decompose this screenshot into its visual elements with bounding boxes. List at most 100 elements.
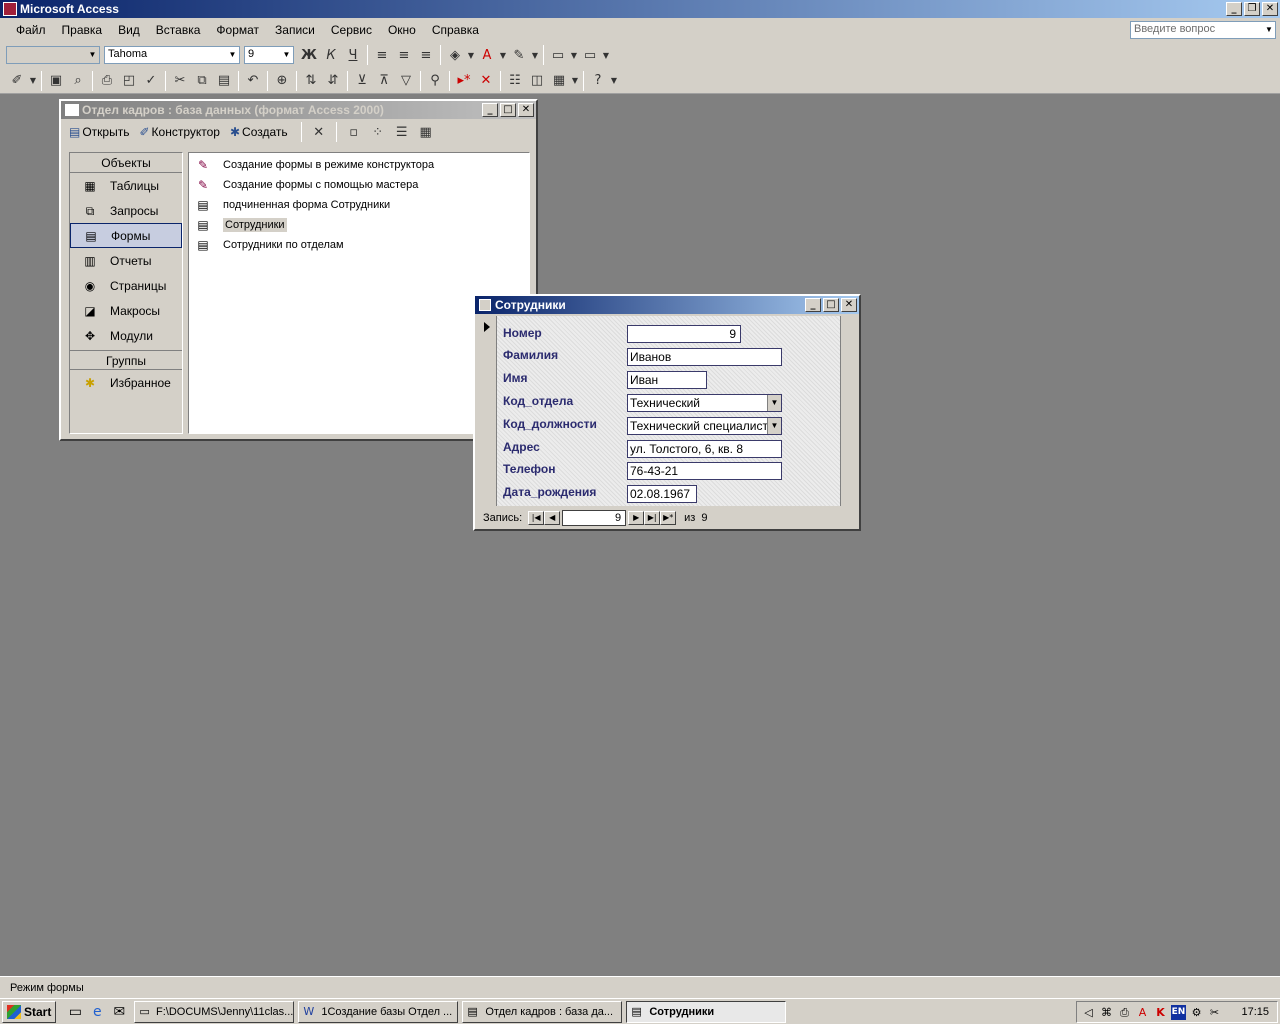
delete-record-icon[interactable]: ✕: [475, 70, 497, 92]
filter-by-form-icon[interactable]: ⊼: [373, 70, 395, 92]
undo-icon[interactable]: ↶: [242, 70, 264, 92]
menu-help[interactable]: Справка: [424, 23, 487, 37]
internet-explorer-icon[interactable]: e: [88, 1003, 106, 1021]
record-number-input[interactable]: 9: [562, 510, 627, 526]
restore-icon[interactable]: ❐: [1244, 2, 1260, 16]
object-tables[interactable]: ▦ Таблицы: [70, 173, 182, 198]
paste-icon[interactable]: ▤: [213, 70, 235, 92]
details-view-icon[interactable]: ▦: [416, 121, 436, 143]
chevron-down-icon[interactable]: ▼: [570, 70, 580, 92]
close-icon[interactable]: ✕: [1262, 2, 1278, 16]
database-window-icon[interactable]: ◫: [526, 70, 548, 92]
hyperlink-icon[interactable]: ⊕: [271, 70, 293, 92]
task-database[interactable]: ▤ Отдел кадров : база да...: [462, 1000, 623, 1023]
underline-icon[interactable]: Ч: [342, 44, 364, 66]
list-view-icon[interactable]: ☰: [392, 121, 412, 143]
filter-by-selection-icon[interactable]: ⊻: [351, 70, 373, 92]
task-explorer[interactable]: ▭ F:\DOCUMS\Jenny\11clas...: [134, 1000, 295, 1023]
chevron-down-icon[interactable]: ▼: [569, 44, 579, 66]
objects-header[interactable]: Объекты: [70, 153, 182, 173]
print-icon[interactable]: ⎙: [96, 70, 118, 92]
object-modules[interactable]: ✥ Модули: [70, 323, 182, 348]
properties-icon[interactable]: ☷: [504, 70, 526, 92]
fill-color-icon[interactable]: ◈: [444, 44, 466, 66]
align-center-icon[interactable]: ≡: [393, 44, 415, 66]
next-record-icon[interactable]: ▶: [628, 511, 645, 525]
field-number[interactable]: 9: [627, 325, 741, 343]
delete-icon[interactable]: ✕: [309, 121, 329, 143]
list-item[interactable]: ▤ Сотрудники: [189, 215, 529, 235]
field-address[interactable]: ул. Толстого, 6, кв. 8: [627, 440, 782, 458]
safely-remove-icon[interactable]: ⚙: [1189, 1005, 1204, 1020]
menu-window[interactable]: Окно: [380, 23, 424, 37]
font-color-icon[interactable]: A: [476, 44, 498, 66]
list-item[interactable]: ▤ подчиненная форма Сотрудники: [189, 195, 529, 215]
create-button[interactable]: ✱ Создать: [230, 125, 288, 139]
maximize-icon[interactable]: □: [500, 103, 516, 117]
previous-record-icon[interactable]: ◀: [544, 511, 561, 525]
help-question-box[interactable]: Введите вопрос ▼: [1130, 21, 1276, 39]
object-pages[interactable]: ◉ Страницы: [70, 273, 182, 298]
task-word[interactable]: W 1Создание базы Отдел ...: [298, 1000, 459, 1023]
language-indicator[interactable]: EN: [1171, 1004, 1186, 1020]
special-effect-icon[interactable]: ▭: [579, 44, 601, 66]
bold-icon[interactable]: Ж: [298, 44, 320, 66]
border-width-icon[interactable]: ▭: [547, 44, 569, 66]
task-employees-form[interactable]: ▤ Сотрудники: [626, 1000, 787, 1023]
menu-insert[interactable]: Вставка: [148, 23, 209, 37]
minimize-icon[interactable]: _: [482, 103, 498, 117]
print-preview-icon[interactable]: ◰: [118, 70, 140, 92]
chevron-down-icon[interactable]: ▼: [281, 48, 292, 62]
help-icon[interactable]: ?: [587, 70, 609, 92]
new-record-icon[interactable]: ▸*: [453, 70, 475, 92]
first-record-icon[interactable]: |◀: [528, 511, 545, 525]
line-color-icon[interactable]: ✎: [508, 44, 530, 66]
sort-ascending-icon[interactable]: ⇅: [300, 70, 322, 92]
chevron-down-icon[interactable]: ▼: [28, 70, 38, 92]
design-button[interactable]: ✐ Конструктор: [139, 125, 219, 139]
chevron-down-icon[interactable]: ▼: [87, 48, 98, 62]
chevron-down-icon[interactable]: ▼: [767, 395, 781, 411]
font-size-combo[interactable]: 9 ▼: [244, 46, 294, 64]
minimize-icon[interactable]: _: [805, 298, 821, 312]
antivirus-icon[interactable]: A: [1135, 1005, 1150, 1020]
menu-file[interactable]: Файл: [8, 23, 54, 37]
object-macros[interactable]: ◪ Макросы: [70, 298, 182, 323]
list-item[interactable]: ▤ Сотрудники по отделам: [189, 235, 529, 255]
outlook-icon[interactable]: ✉: [110, 1003, 128, 1021]
volume-icon[interactable]: ◁: [1081, 1005, 1096, 1020]
kaspersky-icon[interactable]: K: [1153, 1005, 1168, 1020]
open-button[interactable]: ▤ Открыть: [69, 125, 129, 139]
menu-records[interactable]: Записи: [267, 23, 323, 37]
show-desktop-icon[interactable]: ▭: [66, 1003, 84, 1021]
menu-tools[interactable]: Сервис: [323, 23, 380, 37]
field-department-combo[interactable]: Технический ▼: [627, 394, 782, 412]
field-birthdate[interactable]: 02.08.1967: [627, 485, 697, 503]
chevron-down-icon[interactable]: ▼: [227, 48, 238, 62]
object-reports[interactable]: ▥ Отчеты: [70, 248, 182, 273]
menu-view[interactable]: Вид: [110, 23, 148, 37]
field-phone[interactable]: 76-43-21: [627, 462, 782, 480]
small-icons-icon[interactable]: ⁘: [368, 121, 388, 143]
large-icons-icon[interactable]: ▫: [344, 121, 364, 143]
tools-icon[interactable]: ✂: [1207, 1005, 1222, 1020]
last-record-icon[interactable]: ▶|: [644, 511, 661, 525]
groups-header[interactable]: Группы: [70, 350, 182, 370]
find-icon[interactable]: ⚲: [424, 70, 446, 92]
maximize-icon[interactable]: □: [823, 298, 839, 312]
italic-icon[interactable]: К: [320, 44, 342, 66]
object-forms[interactable]: ▤ Формы: [70, 223, 182, 248]
view-icon[interactable]: ✐: [6, 70, 28, 92]
chevron-down-icon[interactable]: ▼: [767, 418, 781, 434]
field-name[interactable]: Иван: [627, 371, 707, 389]
chevron-down-icon[interactable]: ▼: [466, 44, 476, 66]
menu-edit[interactable]: Правка: [54, 23, 111, 37]
spelling-icon[interactable]: ✓: [140, 70, 162, 92]
list-item[interactable]: ✎ Создание формы в режиме конструктора: [189, 155, 529, 175]
close-icon[interactable]: ✕: [518, 103, 534, 117]
menu-format[interactable]: Формат: [208, 23, 267, 37]
field-position-combo[interactable]: Технический специалист ▼: [627, 417, 782, 435]
record-selector[interactable]: [477, 316, 497, 506]
save-icon[interactable]: ▣: [45, 70, 67, 92]
align-left-icon[interactable]: ≡: [371, 44, 393, 66]
